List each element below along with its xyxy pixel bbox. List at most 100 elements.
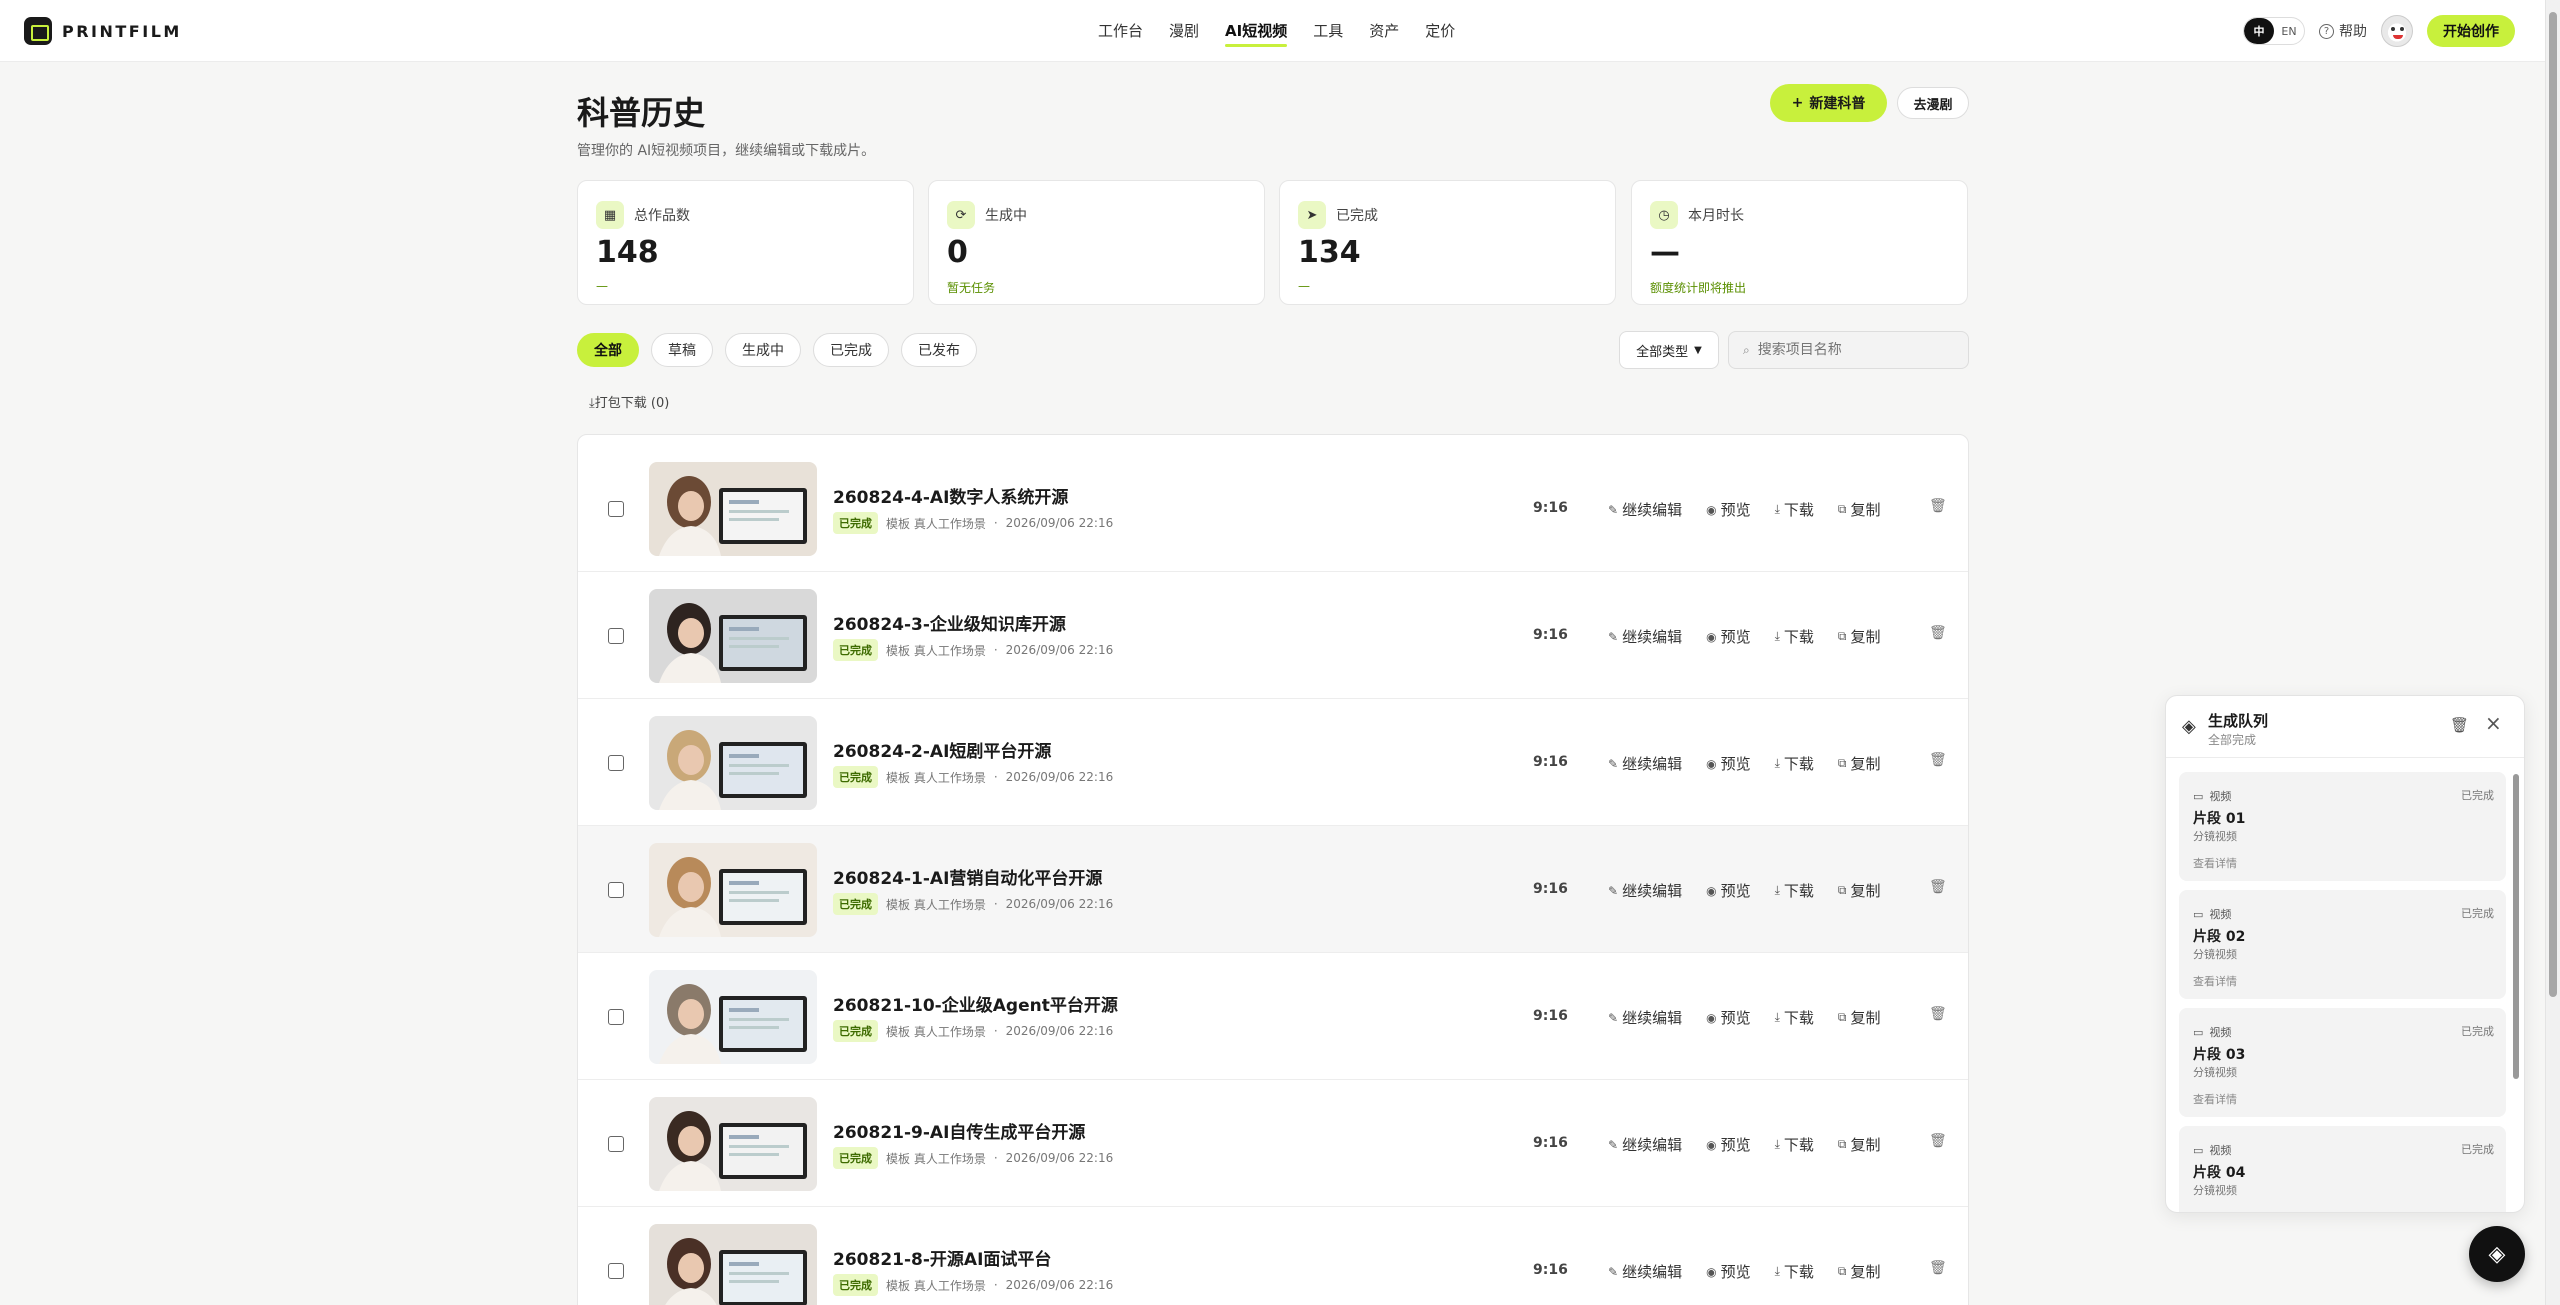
bulk-download-button[interactable]: ⤓打包下载 (0) [589,392,669,411]
continue-edit-button[interactable]: ✎ 继续编辑 [1608,626,1682,647]
filter-chip-draft[interactable]: 草稿 [651,333,713,367]
continue-edit-button[interactable]: ✎ 继续编辑 [1608,1134,1682,1155]
project-thumbnail[interactable] [649,716,817,810]
trash-icon[interactable]: 🗑 [1929,752,1947,768]
start-creating-button[interactable]: 开始创作 [2427,15,2515,47]
project-row[interactable]: 260824-3-企业级知识库开源 已完成 模板 真人工作场景 · 2026/0… [578,572,1968,699]
project-title[interactable]: 260824-2-AI短剧平台开源 [833,737,1051,762]
project-thumbnail[interactable] [649,1224,817,1305]
project-row[interactable]: 260821-8-开源AI面试平台 已完成 模板 真人工作场景 · 2026/0… [578,1207,1968,1305]
trash-icon[interactable]: 🗑 [1929,879,1947,895]
download-button[interactable]: ⤓ 下载 [1775,1261,1814,1282]
continue-edit-button[interactable]: ✎ 继续编辑 [1608,753,1682,774]
lang-en-button[interactable]: EN [2274,18,2304,44]
preview-button[interactable]: ◉ 预览 [1706,1261,1751,1282]
trash-icon[interactable]: 🗑 [1929,1260,1947,1276]
search-input[interactable] [1757,342,1948,358]
view-details-link[interactable]: 查看详情 [2193,855,2237,871]
page-scrollbar-thumb[interactable] [2549,12,2557,997]
nav-item-tools[interactable]: 工具 [1313,20,1343,47]
nav-item-ai-short-video[interactable]: AI短视频 [1225,20,1288,47]
preview-button[interactable]: ◉ 预览 [1706,753,1751,774]
project-thumbnail[interactable] [649,970,817,1064]
continue-edit-button[interactable]: ✎ 继续编辑 [1608,1007,1682,1028]
copy-button[interactable]: ⧉ 复制 [1838,499,1881,520]
go-comic-button[interactable]: 去漫剧 [1897,87,1969,119]
preview-button[interactable]: ◉ 预览 [1706,1007,1751,1028]
brand-logo[interactable]: PRINTFILM [24,17,182,45]
close-icon[interactable]: × [2485,711,2502,735]
copy-button[interactable]: ⧉ 复制 [1838,880,1881,901]
project-thumbnail[interactable] [649,462,817,556]
avatar[interactable] [2381,15,2413,47]
project-row[interactable]: 260821-10-企业级Agent平台开源 已完成 模板 真人工作场景 · 2… [578,953,1968,1080]
queue-item[interactable]: ▭ 视频 已完成 片段 04 分镜视频 [2179,1126,2506,1212]
clear-queue-trash-icon[interactable]: 🗑 [2450,716,2469,734]
row-checkbox[interactable] [608,882,624,898]
project-row[interactable]: 260824-4-AI数字人系统开源 已完成 模板 真人工作场景 · 2026/… [578,445,1968,572]
queue-item-status: 已完成 [2461,789,2494,802]
nav-item-assets[interactable]: 资产 [1369,20,1399,47]
preview-button[interactable]: ◉ 预览 [1706,626,1751,647]
copy-button[interactable]: ⧉ 复制 [1838,1261,1881,1282]
filter-chip-published[interactable]: 已发布 [901,333,977,367]
project-title[interactable]: 260824-3-企业级知识库开源 [833,610,1066,635]
copy-button[interactable]: ⧉ 复制 [1838,1134,1881,1155]
project-row[interactable]: 260824-2-AI短剧平台开源 已完成 模板 真人工作场景 · 2026/0… [578,699,1968,826]
trash-icon[interactable]: 🗑 [1929,1133,1947,1149]
download-button[interactable]: ⤓ 下载 [1775,880,1814,901]
view-details-link[interactable]: 查看详情 [2193,973,2237,989]
row-checkbox[interactable] [608,755,624,771]
preview-button[interactable]: ◉ 预览 [1706,1134,1751,1155]
nav-item-pricing[interactable]: 定价 [1425,20,1455,47]
new-project-button[interactable]: + 新建科普 [1770,84,1887,122]
continue-edit-button[interactable]: ✎ 继续编辑 [1608,499,1682,520]
project-row[interactable]: 260824-1-AI营销自动化平台开源 已完成 模板 真人工作场景 · 202… [578,826,1968,953]
queue-item[interactable]: ▭ 视频 已完成 片段 02 分镜视频 查看详情 [2179,890,2506,999]
preview-button[interactable]: ◉ 预览 [1706,499,1751,520]
project-thumbnail[interactable] [649,589,817,683]
row-checkbox[interactable] [608,1263,624,1279]
project-title[interactable]: 260821-8-开源AI面试平台 [833,1245,1051,1270]
project-thumbnail[interactable] [649,1097,817,1191]
row-checkbox[interactable] [608,628,624,644]
copy-button[interactable]: ⧉ 复制 [1838,753,1881,774]
download-button[interactable]: ⤓ 下载 [1775,753,1814,774]
queue-scrollbar[interactable] [2512,774,2520,1204]
project-title[interactable]: 260821-10-企业级Agent平台开源 [833,991,1118,1016]
row-checkbox[interactable] [608,501,624,517]
project-title[interactable]: 260824-4-AI数字人系统开源 [833,483,1068,508]
page-scrollbar[interactable] [2545,0,2560,1305]
download-button[interactable]: ⤓ 下载 [1775,626,1814,647]
copy-button[interactable]: ⧉ 复制 [1838,626,1881,647]
filter-chip-all[interactable]: 全部 [577,333,639,367]
filter-chip-generating[interactable]: 生成中 [725,333,801,367]
trash-icon[interactable]: 🗑 [1929,498,1947,514]
queue-item[interactable]: ▭ 视频 已完成 片段 01 分镜视频 查看详情 [2179,772,2506,881]
continue-edit-button[interactable]: ✎ 继续编辑 [1608,1261,1682,1282]
lang-zh-button[interactable]: 中 [2244,18,2274,44]
download-button[interactable]: ⤓ 下载 [1775,1007,1814,1028]
queue-scrollbar-thumb[interactable] [2513,774,2519,1079]
type-select[interactable]: 全部类型 ▼ [1619,331,1719,369]
preview-button[interactable]: ◉ 预览 [1706,880,1751,901]
project-thumbnail[interactable] [649,843,817,937]
project-title[interactable]: 260824-1-AI营销自动化平台开源 [833,864,1102,889]
project-row[interactable]: 260821-9-AI自传生成平台开源 已完成 模板 真人工作场景 · 2026… [578,1080,1968,1207]
copy-button[interactable]: ⧉ 复制 [1838,1007,1881,1028]
trash-icon[interactable]: 🗑 [1929,1006,1947,1022]
download-button[interactable]: ⤓ 下载 [1775,1134,1814,1155]
view-details-link[interactable]: 查看详情 [2193,1091,2237,1107]
nav-item-comic-drama[interactable]: 漫剧 [1169,20,1199,47]
queue-item[interactable]: ▭ 视频 已完成 片段 03 分镜视频 查看详情 [2179,1008,2506,1117]
help-link[interactable]: ? 帮助 [2319,21,2367,41]
trash-icon[interactable]: 🗑 [1929,625,1947,641]
filter-chip-completed[interactable]: 已完成 [813,333,889,367]
row-checkbox[interactable] [608,1136,624,1152]
nav-item-workbench[interactable]: 工作台 [1098,20,1143,47]
download-button[interactable]: ⤓ 下载 [1775,499,1814,520]
row-checkbox[interactable] [608,1009,624,1025]
queue-toggle-button[interactable]: ◈ [2469,1226,2525,1282]
project-title[interactable]: 260821-9-AI自传生成平台开源 [833,1118,1085,1143]
continue-edit-button[interactable]: ✎ 继续编辑 [1608,880,1682,901]
